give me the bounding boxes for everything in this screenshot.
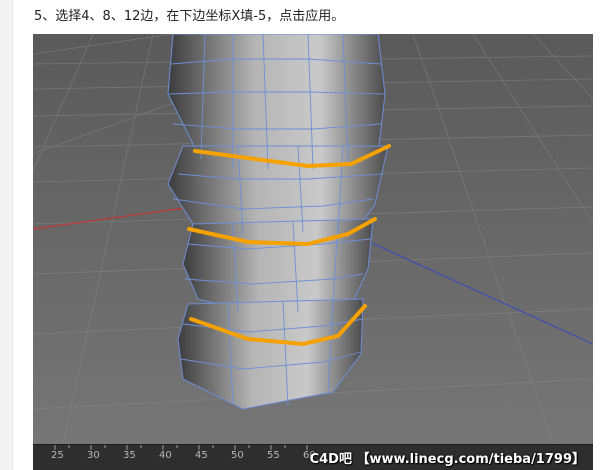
page-left-border: [0, 0, 13, 470]
ruler-label: 30: [87, 450, 100, 461]
ruler-label: 25: [51, 450, 64, 461]
c4d-viewport[interactable]: 25 30 35 40 45 50 55 60 C4D吧 【www.linecg…: [33, 34, 593, 470]
ruler-label: 45: [195, 450, 208, 461]
ruler-label: 50: [231, 450, 244, 461]
ruler-label: 55: [267, 450, 280, 461]
forum-watermark: C4D吧 【www.linecg.com/tieba/1799】: [309, 452, 585, 467]
viewport-scene: [33, 34, 593, 444]
ruler-label: 35: [123, 450, 136, 461]
instruction-text: 5、选择4、8、12边，在下边坐标X填-5，点击应用。: [34, 9, 345, 24]
mesh-object[interactable]: [167, 34, 391, 410]
timeline-ruler[interactable]: 25 30 35 40 45 50 55 60 C4D吧 【www.linecg…: [33, 444, 593, 470]
ruler-label: 40: [159, 450, 172, 461]
